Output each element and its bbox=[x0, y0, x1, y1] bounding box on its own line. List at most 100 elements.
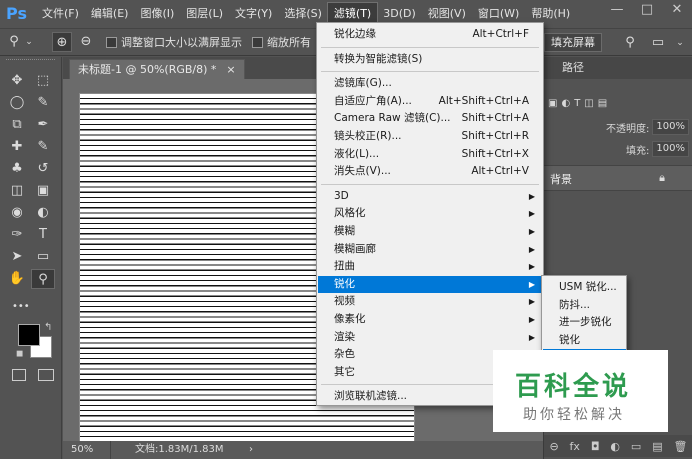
hand-tool-icon[interactable]: ✋ bbox=[5, 269, 29, 289]
chevron-down-icon[interactable]: ⌄ bbox=[670, 33, 690, 53]
crop-tool-icon[interactable]: ⧉ bbox=[5, 115, 29, 135]
chevron-right-icon[interactable]: › bbox=[249, 441, 253, 459]
dodge-tool-icon[interactable]: ◐ bbox=[31, 203, 55, 223]
menu-item-label: 扭曲 bbox=[334, 260, 355, 273]
type-filter-icon[interactable]: T bbox=[574, 98, 580, 109]
filter-menu-item[interactable]: 模糊 ▶ bbox=[318, 223, 543, 240]
filter-menu-item[interactable]: 模糊画廊 ▶ bbox=[318, 241, 543, 258]
adjustment-filter-icon[interactable]: ◐ bbox=[561, 98, 570, 109]
filter-menu-item[interactable]: 渲染 ▶ bbox=[318, 329, 543, 346]
blur-tool-icon[interactable]: ◉ bbox=[5, 203, 29, 223]
layer-mask-icon[interactable]: ◘ bbox=[591, 440, 600, 453]
sharpen-submenu-item[interactable]: 防抖... bbox=[543, 297, 626, 314]
quick-mask-icon[interactable] bbox=[12, 369, 26, 381]
path-select-icon[interactable]: ➤ bbox=[5, 247, 29, 267]
new-layer-icon[interactable]: ▤ bbox=[652, 440, 662, 453]
minimize-icon[interactable]: — bbox=[602, 0, 632, 22]
brush-tool-icon[interactable]: ✎ bbox=[31, 137, 55, 157]
group-icon[interactable]: ▭ bbox=[631, 440, 641, 453]
filter-menu-item[interactable]: 消失点(V)... Alt+Ctrl+V bbox=[318, 163, 543, 180]
swap-colors-icon[interactable]: ↰ bbox=[44, 322, 52, 333]
image-filter-icon[interactable]: ▣ bbox=[548, 98, 557, 109]
close-icon[interactable]: × bbox=[226, 60, 235, 79]
adjustment-layer-icon[interactable]: ◐ bbox=[610, 440, 620, 453]
sharpen-submenu-item[interactable]: USM 锐化... bbox=[543, 279, 626, 296]
filter-menu-item[interactable]: 锐化 ▶ bbox=[318, 275, 543, 293]
trash-icon[interactable]: 🗑 bbox=[674, 440, 688, 453]
menu-3[interactable]: 图层(L) bbox=[180, 3, 229, 25]
menu-item-label: 镜头校正(R)... bbox=[334, 130, 402, 142]
pen-tool-icon[interactable]: ✑ bbox=[5, 225, 29, 245]
filter-menu-item[interactable]: 锐化边缘 Alt+Ctrl+F bbox=[318, 26, 543, 43]
history-brush-icon[interactable]: ↺ bbox=[31, 159, 55, 179]
filter-menu-item[interactable]: 风格化 ▶ bbox=[318, 205, 543, 222]
menu-0[interactable]: 文件(F) bbox=[36, 3, 85, 25]
quick-select-tool-icon[interactable]: ✎ bbox=[31, 93, 55, 113]
maximize-icon[interactable]: □ bbox=[632, 0, 662, 22]
filter-menu-item[interactable]: 扭曲 ▶ bbox=[318, 258, 543, 275]
sharpen-submenu-item[interactable]: 进一步锐化 bbox=[543, 314, 626, 331]
clone-stamp-icon[interactable]: ♣ bbox=[5, 159, 29, 179]
menu-item-label: 消失点(V)... bbox=[334, 165, 391, 178]
filter-menu-item[interactable]: 滤镜库(G)... bbox=[318, 75, 543, 92]
checkbox-box[interactable] bbox=[252, 36, 263, 48]
marquee-tool-icon[interactable]: ⬚ bbox=[31, 71, 55, 91]
menu-item-shortcut: Alt+Shift+Ctrl+A bbox=[438, 94, 529, 107]
sharpen-submenu-item[interactable]: 锐化 bbox=[543, 332, 626, 349]
menu-separator bbox=[321, 71, 539, 73]
resize-windows-checkbox[interactable]: 调整窗口大小以满屏显示 bbox=[106, 34, 242, 50]
submenu-arrow-icon: ▶ bbox=[528, 191, 535, 201]
filter-menu-item[interactable]: Camera Raw 滤镜(C)... Shift+Ctrl+A bbox=[318, 110, 543, 127]
filter-menu-item[interactable]: 自适应广角(A)... Alt+Shift+Ctrl+A bbox=[318, 93, 543, 110]
tab-paths[interactable]: 路径 bbox=[552, 57, 594, 79]
zoom-level[interactable]: 50% bbox=[71, 441, 111, 459]
gradient-tool-icon[interactable]: ▣ bbox=[31, 181, 55, 201]
menu-1[interactable]: 编辑(E) bbox=[85, 3, 135, 25]
filter-menu-item[interactable]: 液化(L)... Shift+Ctrl+X bbox=[318, 146, 543, 163]
zoom-all-checkbox[interactable]: 缩放所有 bbox=[252, 34, 311, 50]
close-icon[interactable]: ✕ bbox=[662, 0, 692, 22]
menu-2[interactable]: 图像(I) bbox=[134, 3, 180, 25]
search-icon[interactable]: ⚲ bbox=[620, 33, 640, 53]
screen-mode-icon[interactable] bbox=[38, 369, 54, 381]
rectangle-tool-icon[interactable]: ▭ bbox=[31, 247, 55, 267]
fill-screen-button[interactable]: 填充屏幕 bbox=[544, 33, 602, 52]
zoom-out-icon[interactable]: ⊖ bbox=[76, 32, 96, 52]
link-layers-icon[interactable]: ⊖ bbox=[549, 440, 558, 453]
default-colors-icon[interactable]: ◼ bbox=[16, 349, 23, 359]
lasso-tool-icon[interactable]: ◯ bbox=[5, 93, 29, 113]
filter-menu-item[interactable]: 转换为智能滤镜(S) bbox=[318, 51, 543, 68]
more-tools-icon[interactable]: ••• bbox=[12, 301, 30, 312]
smart-filter-icon[interactable]: ▤ bbox=[598, 98, 607, 109]
zoom-all-label: 缩放所有 bbox=[267, 36, 311, 49]
document-tab[interactable]: 未标题-1 @ 50%(RGB/8) * × bbox=[69, 59, 245, 79]
layer-row-background[interactable]: 背景 🔒︎ bbox=[544, 165, 692, 191]
fill-row: 填充: 100% bbox=[544, 138, 692, 160]
checkbox-box[interactable] bbox=[106, 36, 117, 48]
fill-field[interactable]: 100% bbox=[652, 141, 689, 157]
panel-grip[interactable] bbox=[6, 59, 55, 69]
fx-icon[interactable]: fx bbox=[570, 440, 580, 453]
workspace-icon[interactable]: ▭ bbox=[648, 33, 668, 53]
zoom-tool-preset-icon[interactable]: ⚲ bbox=[4, 32, 24, 52]
menu-item-label: 转换为智能滤镜(S) bbox=[334, 52, 423, 65]
filter-menu-item[interactable]: 镜头校正(R)... Shift+Ctrl+R bbox=[318, 128, 543, 145]
zoom-tool-icon[interactable]: ⚲ bbox=[31, 269, 55, 289]
foreground-color-swatch[interactable] bbox=[18, 324, 40, 346]
lock-icon: 🔒︎ bbox=[659, 171, 665, 184]
filter-menu-item[interactable]: 像素化 ▶ bbox=[318, 311, 543, 328]
layer-filter-row: ▣ ◐ T ◫ ▤ bbox=[544, 92, 692, 114]
chevron-down-icon[interactable]: ⌄ bbox=[24, 32, 34, 52]
zoom-in-icon[interactable]: ⊕ bbox=[52, 32, 72, 52]
opacity-field[interactable]: 100% bbox=[652, 119, 689, 135]
sharpen-submenu: USM 锐化...防抖...进一步锐化锐化智能锐化... bbox=[541, 275, 627, 355]
healing-brush-icon[interactable]: ✚ bbox=[5, 137, 29, 157]
eyedropper-tool-icon[interactable]: ✒ bbox=[31, 115, 55, 135]
shape-filter-icon[interactable]: ◫ bbox=[584, 98, 593, 109]
type-tool-icon[interactable]: T bbox=[31, 225, 55, 245]
filter-menu-item[interactable]: 视频 ▶ bbox=[318, 293, 543, 310]
move-tool-icon[interactable]: ✥ bbox=[5, 71, 29, 91]
menu-4[interactable]: 文字(Y) bbox=[229, 3, 278, 25]
filter-menu-item[interactable]: 3D ▶ bbox=[318, 188, 543, 205]
eraser-tool-icon[interactable]: ◫ bbox=[5, 181, 29, 201]
